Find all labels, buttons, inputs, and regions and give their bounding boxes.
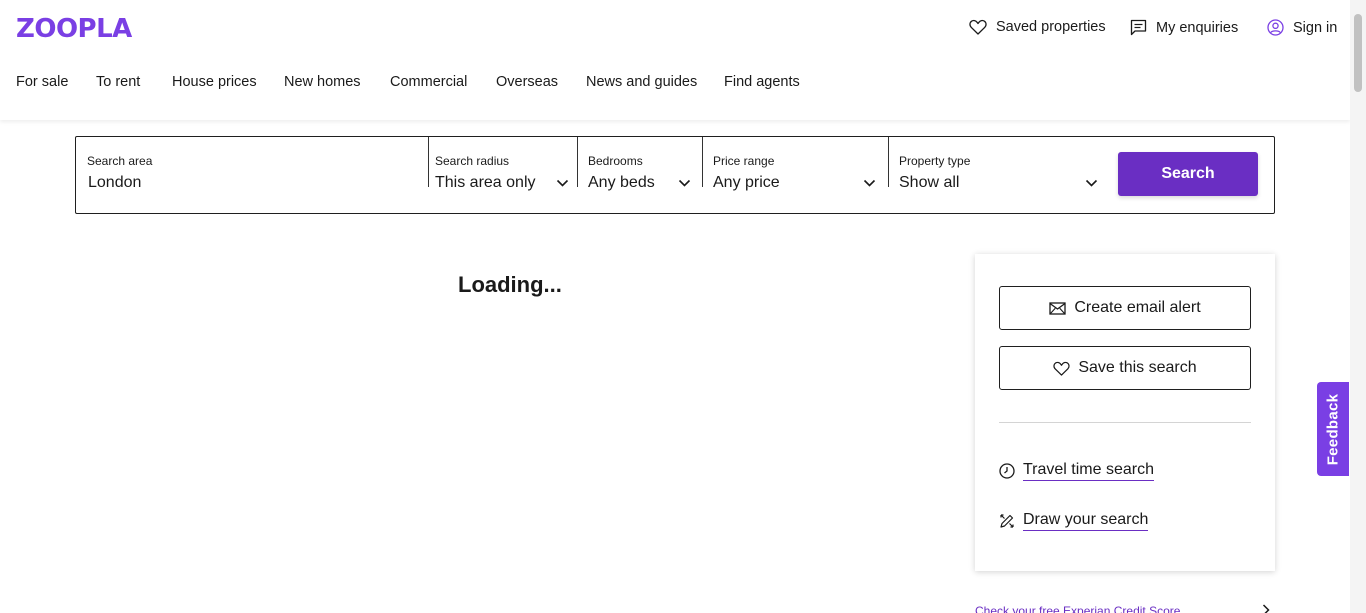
travel-time-search-link[interactable]: Travel time search <box>999 461 1154 481</box>
nav-new-homes[interactable]: New homes <box>284 74 361 90</box>
user-icon <box>1267 19 1284 36</box>
nav-overseas[interactable]: Overseas <box>496 74 558 90</box>
heart-icon <box>1053 361 1070 376</box>
draw-your-search-link[interactable]: Draw your search <box>999 511 1149 531</box>
create-email-alert-button[interactable]: Create email alert <box>999 286 1251 330</box>
sign-in-link[interactable]: Sign in <box>1267 19 1337 36</box>
heart-icon <box>969 19 987 35</box>
nav-house-prices[interactable]: House prices <box>172 74 257 90</box>
saved-properties-link[interactable]: Saved properties <box>969 19 1106 35</box>
chevron-right-icon <box>1262 604 1270 613</box>
property-type-value: Show all <box>899 174 960 191</box>
search-radius-value: This area only <box>435 174 536 191</box>
travel-time-search-label: Travel time search <box>1023 461 1154 481</box>
message-icon <box>1130 19 1147 36</box>
search-actions-panel: Create email alert Save this search Trav… <box>975 254 1275 571</box>
saved-properties-label: Saved properties <box>996 19 1106 35</box>
site-header: ZOOPLA Saved properties My enquiries Sig… <box>0 0 1350 120</box>
search-area-input[interactable]: London <box>88 174 141 192</box>
search-radius-label: Search radius <box>435 154 510 168</box>
nav-to-rent[interactable]: To rent <box>96 74 140 90</box>
search-area-label: Search area <box>87 154 153 168</box>
nav-commercial[interactable]: Commercial <box>390 74 467 90</box>
clock-icon <box>999 463 1015 479</box>
nav-find-agents[interactable]: Find agents <box>724 74 800 90</box>
nav-for-sale[interactable]: For sale <box>16 74 68 90</box>
feedback-tab[interactable]: Feedback <box>1317 382 1349 476</box>
property-type-label: Property type <box>899 154 971 168</box>
draw-your-search-label: Draw your search <box>1023 511 1149 531</box>
credit-score-link[interactable]: Check your free Experian Credit Score <box>975 604 1180 613</box>
price-range-label: Price range <box>713 154 775 168</box>
loading-message: Loading... <box>458 272 562 297</box>
panel-divider <box>999 422 1251 423</box>
chevron-down-icon <box>556 179 569 187</box>
search-button[interactable]: Search <box>1118 152 1258 196</box>
bedrooms-label: Bedrooms <box>588 154 643 168</box>
search-radius-select[interactable]: Search radius This area only <box>429 137 577 213</box>
sign-in-label: Sign in <box>1293 19 1338 36</box>
page: ZOOPLA Saved properties My enquiries Sig… <box>0 0 1350 613</box>
search-area-field[interactable]: Search area London <box>76 137 428 213</box>
chevron-down-icon <box>1085 179 1098 187</box>
create-email-alert-label: Create email alert <box>1074 299 1201 316</box>
my-enquiries-link[interactable]: My enquiries <box>1130 19 1238 36</box>
zoopla-logo[interactable]: ZOOPLA <box>16 14 132 44</box>
bedrooms-value: Any beds <box>588 174 655 191</box>
page-scrollbar[interactable] <box>1350 0 1366 613</box>
save-this-search-label: Save this search <box>1078 359 1197 376</box>
search-bar: Search area London Search radius This ar… <box>75 136 1275 214</box>
feedback-label: Feedback <box>1324 393 1342 465</box>
envelope-icon <box>1049 301 1067 315</box>
my-enquiries-label: My enquiries <box>1156 19 1239 36</box>
save-this-search-button[interactable]: Save this search <box>999 346 1251 390</box>
bedrooms-select[interactable]: Bedrooms Any beds <box>578 137 702 213</box>
scrollbar-thumb[interactable] <box>1354 14 1362 92</box>
property-type-select[interactable]: Property type Show all <box>889 137 1105 213</box>
draw-tool-icon <box>1000 514 1014 528</box>
price-range-value: Any price <box>713 174 780 191</box>
chevron-down-icon <box>678 179 691 187</box>
price-range-select[interactable]: Price range Any price <box>703 137 889 213</box>
nav-news-and-guides[interactable]: News and guides <box>586 74 697 90</box>
chevron-down-icon <box>863 179 876 187</box>
